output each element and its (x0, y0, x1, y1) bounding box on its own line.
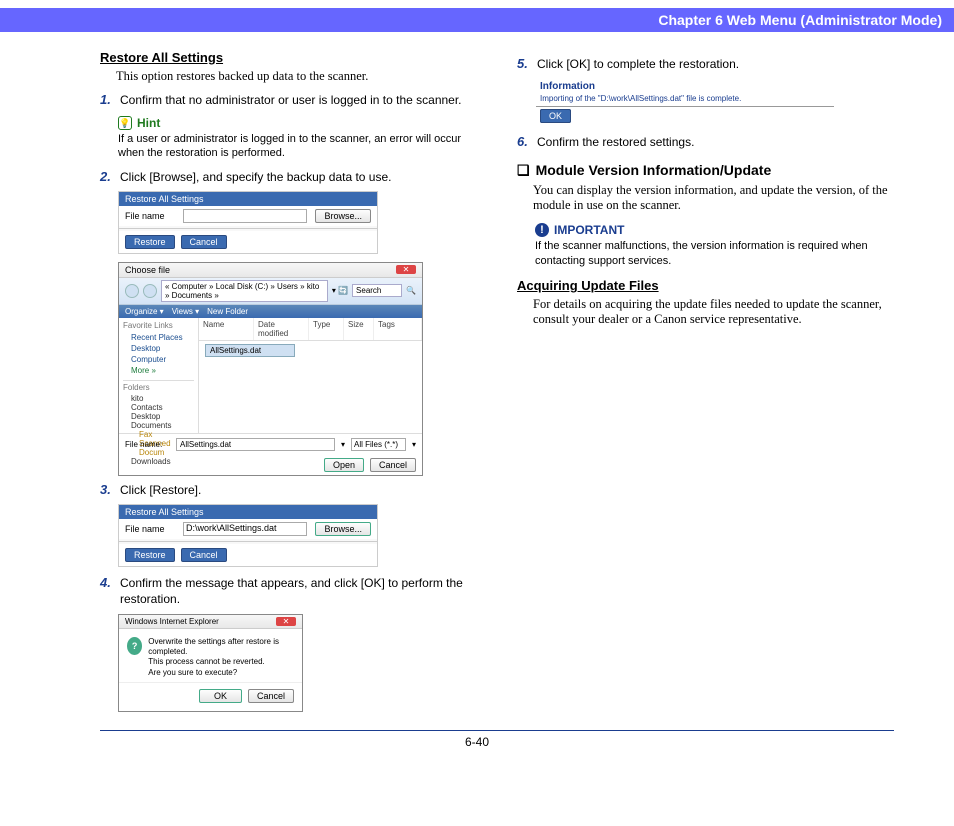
step-4-text: Confirm the message that appears, and cl… (120, 575, 477, 607)
cf-views[interactable]: Views ▾ (172, 307, 199, 316)
cf-computer[interactable]: Computer (123, 354, 194, 365)
info-title: Information (536, 79, 834, 94)
step-num-5: 5. (517, 56, 531, 71)
step-num-3: 3. (100, 482, 114, 497)
chapter-header: Chapter 6 Web Menu (Administrator Mode) (0, 8, 954, 32)
cf-h-dm[interactable]: Date modified (254, 318, 309, 340)
ie-cancel-button[interactable]: Cancel (248, 689, 294, 703)
left-column: Restore All Settings This option restore… (100, 50, 477, 712)
step-3-text: Click [Restore]. (120, 482, 477, 498)
cf-f-desktop[interactable]: Desktop (123, 412, 194, 421)
shot1-cancel-button[interactable]: Cancel (181, 235, 227, 249)
cf-h-tags[interactable]: Tags (374, 318, 422, 340)
cf-more[interactable]: More » (123, 365, 194, 376)
hint-icon: 💡 (118, 116, 132, 130)
right-column: 5. Click [OK] to complete the restoratio… (517, 50, 894, 712)
shot1-restore-button[interactable]: Restore (125, 235, 175, 249)
forward-icon[interactable] (143, 284, 157, 298)
step-1-text: Confirm that no administrator or user is… (120, 92, 477, 108)
cf-address-bar[interactable]: « Computer » Local Disk (C:) » Users » k… (161, 280, 328, 302)
step-num-6: 6. (517, 134, 531, 149)
question-icon: ? (127, 637, 142, 655)
step-num-1: 1. (100, 92, 114, 107)
cf-title: Choose file (125, 265, 170, 275)
cf-fn-input[interactable]: AllSettings.dat (176, 438, 335, 451)
shot1-title: Restore All Settings (119, 192, 377, 206)
shot3-file-label: File name (125, 524, 175, 534)
step-2-text: Click [Browse], and specify the backup d… (120, 169, 477, 185)
cf-fav-links: Favorite Links (123, 321, 194, 330)
shot1-file-label: File name (125, 211, 175, 221)
cf-f-contacts[interactable]: Contacts (123, 403, 194, 412)
step-5-text: Click [OK] to complete the restoration. (537, 56, 894, 72)
acquiring-update-title: Acquiring Update Files (517, 278, 894, 293)
cf-fn-label: File name: (125, 440, 170, 449)
ie-message: Overwrite the settings after restore is … (148, 637, 294, 679)
cf-filter-select[interactable]: All Files (*.*) (351, 438, 406, 451)
step-num-4: 4. (100, 575, 114, 590)
shot1-file-input[interactable] (183, 209, 307, 223)
cf-desktop[interactable]: Desktop (123, 343, 194, 354)
cf-f-kito[interactable]: kito (123, 394, 194, 403)
info-ok-button[interactable]: OK (540, 109, 571, 123)
shot3-restore-button[interactable]: Restore (125, 548, 175, 562)
cf-close-button[interactable]: ✕ (396, 265, 416, 274)
screenshot-choose-file: Choose file ✕ « Computer » Local Disk (C… (118, 262, 423, 476)
cf-h-size[interactable]: Size (344, 318, 374, 340)
cf-selected-file[interactable]: AllSettings.dat (205, 344, 295, 357)
restore-all-settings-title: Restore All Settings (100, 50, 477, 65)
cf-cancel-button[interactable]: Cancel (370, 458, 416, 472)
important-icon: ! (535, 223, 549, 237)
shot3-title: Restore All Settings (119, 505, 377, 519)
footer-rule (100, 730, 894, 731)
cf-open-button[interactable]: Open (324, 458, 364, 472)
restore-desc: This option restores backed up data to t… (116, 69, 477, 84)
screenshot-restore-empty: Restore All Settings File name Browse...… (118, 191, 378, 254)
acquiring-update-desc: For details on acquiring the update file… (533, 297, 894, 327)
cf-h-type[interactable]: Type (309, 318, 344, 340)
back-icon[interactable] (125, 284, 139, 298)
cf-search-input[interactable]: Search (352, 284, 402, 297)
cf-organize[interactable]: Organize ▾ (125, 307, 164, 316)
hint-label: Hint (137, 116, 160, 130)
shot3-cancel-button[interactable]: Cancel (181, 548, 227, 562)
cf-folders-label: Folders (123, 380, 194, 392)
screenshot-information: Information Importing of the "D:\work\Al… (535, 78, 835, 126)
cf-f-dl[interactable]: Downloads (123, 457, 194, 466)
heading-marker-icon: ❏ (517, 162, 530, 178)
cf-f-docs[interactable]: Documents (123, 421, 194, 430)
ie-title: Windows Internet Explorer (125, 617, 219, 626)
step-num-2: 2. (100, 169, 114, 184)
screenshot-restore-filled: Restore All Settings File name D:\work\A… (118, 504, 378, 567)
important-body: If the scanner malfunctions, the version… (535, 239, 894, 268)
screenshot-confirm-dialog: Windows Internet Explorer ✕ ? Overwrite … (118, 614, 303, 713)
module-version-heading: ❏Module Version Information/Update (517, 162, 894, 179)
important-label: IMPORTANT (554, 223, 624, 237)
step-6-text: Confirm the restored settings. (537, 134, 894, 150)
hint-body: If a user or administrator is logged in … (118, 132, 477, 161)
ie-ok-button[interactable]: OK (199, 689, 242, 703)
ie-close-button[interactable]: ✕ (276, 617, 296, 626)
cf-h-name[interactable]: Name (199, 318, 254, 340)
shot3-browse-button[interactable]: Browse... (315, 522, 371, 536)
info-msg: Importing of the "D:\work\AllSettings.da… (536, 94, 834, 107)
shot1-browse-button[interactable]: Browse... (315, 209, 371, 223)
cf-newfolder[interactable]: New Folder (207, 307, 248, 316)
page-number: 6-40 (0, 735, 954, 759)
module-version-desc: You can display the version information,… (533, 183, 894, 213)
shot3-file-input[interactable]: D:\work\AllSettings.dat (183, 522, 307, 536)
cf-recent[interactable]: Recent Places (123, 332, 194, 343)
